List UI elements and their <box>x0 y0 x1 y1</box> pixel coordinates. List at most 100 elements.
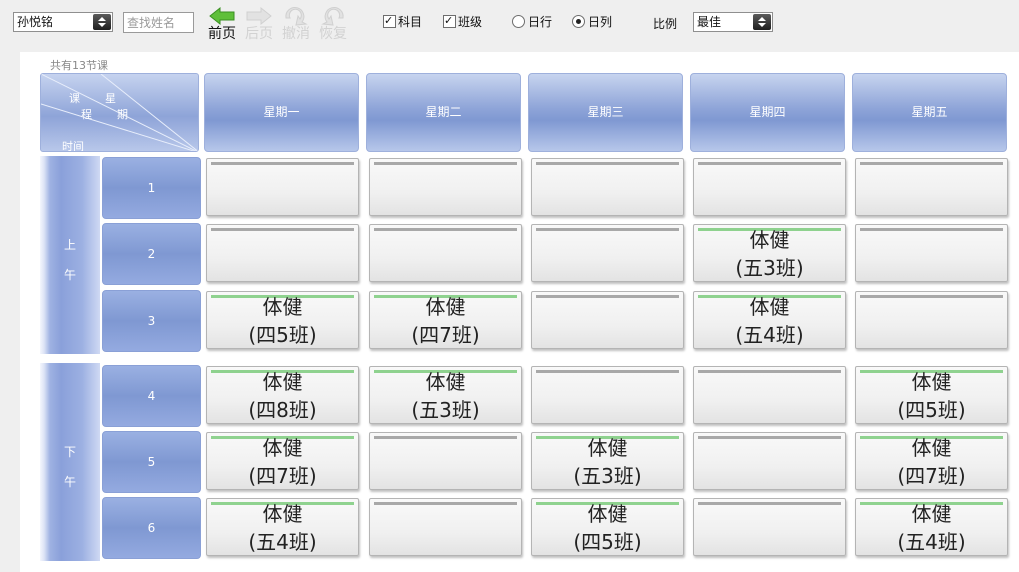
undo-button[interactable]: 撤消 <box>277 6 315 46</box>
lesson-cell[interactable]: 体健 (四7班) <box>855 432 1008 490</box>
lesson-subject: 体健 <box>425 370 466 394</box>
empty-cell[interactable] <box>855 291 1008 349</box>
period-header-3[interactable]: 3 <box>102 290 201 352</box>
empty-cell[interactable] <box>369 224 522 282</box>
empty-cell[interactable] <box>369 158 522 216</box>
dropdown-arrow-icon[interactable] <box>753 14 771 30</box>
empty-cell[interactable] <box>369 432 522 490</box>
empty-cell[interactable] <box>693 158 846 216</box>
next-page-label: 后页 <box>245 26 273 42</box>
subject-checkbox[interactable]: 科目 <box>383 13 422 30</box>
cell-accent-bar <box>211 228 354 231</box>
lesson-class: (五4班) <box>735 323 804 347</box>
day-header-2[interactable]: 星期二 <box>366 73 521 152</box>
lesson-cell[interactable]: 体健 (四5班) <box>531 498 684 556</box>
empty-cell[interactable] <box>855 158 1008 216</box>
afternoon-label-bottom: 午 <box>64 475 77 489</box>
lesson-class: (四7班) <box>897 464 966 488</box>
empty-cell[interactable] <box>693 366 846 424</box>
period-header-1[interactable]: 1 <box>102 157 201 219</box>
lesson-class: (五4班) <box>248 530 317 554</box>
lesson-class: (四7班) <box>411 323 480 347</box>
lesson-class: (四8班) <box>248 398 317 422</box>
search-name-input[interactable] <box>123 12 194 33</box>
teacher-select[interactable]: 孙悦铭 <box>13 12 113 32</box>
redo-icon <box>321 7 344 26</box>
checkbox-checked-icon[interactable] <box>383 13 396 29</box>
empty-cell[interactable] <box>531 224 684 282</box>
afternoon-label-top: 下 <box>64 445 77 459</box>
cell-accent-bar <box>374 436 517 439</box>
lesson-cell[interactable]: 体健 (四5班) <box>855 366 1008 424</box>
radio-selected-icon[interactable] <box>572 15 585 28</box>
lesson-class: (五3班) <box>411 398 480 422</box>
lesson-subject: 体健 <box>262 370 303 394</box>
lesson-cell[interactable]: 体健 (四8班) <box>206 366 359 424</box>
cell-accent-bar <box>374 162 517 165</box>
lesson-cell[interactable]: 体健 (四5班) <box>206 291 359 349</box>
lesson-subject: 体健 <box>262 436 303 460</box>
cell-accent-bar <box>536 370 679 373</box>
lesson-cell[interactable]: 体健 (四7班) <box>369 291 522 349</box>
lesson-cell[interactable]: 体健 (五3班) <box>369 366 522 424</box>
next-page-button[interactable]: 后页 <box>240 6 278 46</box>
checkbox-checked-icon[interactable] <box>443 13 456 29</box>
undo-label: 撤消 <box>282 26 310 42</box>
period-header-6[interactable]: 6 <box>102 497 201 559</box>
day-header-4[interactable]: 星期四 <box>690 73 845 152</box>
class-checkbox[interactable]: 班级 <box>443 13 483 30</box>
period-header-2[interactable]: 2 <box>102 223 201 285</box>
dropdown-arrow-icon[interactable] <box>93 14 111 30</box>
empty-cell[interactable] <box>531 158 684 216</box>
lesson-class: (四5班) <box>897 398 966 422</box>
lesson-subject: 体健 <box>749 228 790 252</box>
cell-accent-bar <box>698 162 841 165</box>
radio-unselected-icon[interactable] <box>512 15 525 28</box>
redo-button[interactable]: 恢复 <box>314 6 352 46</box>
empty-cell[interactable] <box>855 224 1008 282</box>
empty-cell[interactable] <box>693 498 846 556</box>
empty-cell[interactable] <box>531 291 684 349</box>
arrow-right-icon <box>246 6 272 26</box>
lesson-class: (五3班) <box>735 256 804 280</box>
toolbar: 孙悦铭 前页 后页 撤消 恢复 科目 班级 日行 日列 比例 <box>0 0 1019 48</box>
prev-page-button[interactable]: 前页 <box>203 6 241 46</box>
cell-accent-bar <box>698 436 841 439</box>
cell-accent-bar <box>536 295 679 298</box>
undo-icon <box>285 7 308 26</box>
empty-cell[interactable] <box>206 158 359 216</box>
day-header-5[interactable]: 星期五 <box>852 73 1007 152</box>
lesson-cell[interactable]: 体健 (五4班) <box>206 498 359 556</box>
cell-accent-bar <box>698 502 841 505</box>
day-header-1[interactable]: 星期一 <box>204 73 359 152</box>
period-header-4[interactable]: 4 <box>102 365 201 427</box>
lesson-cell[interactable]: 体健 (五4班) <box>693 291 846 349</box>
cell-accent-bar <box>860 228 1003 231</box>
empty-cell[interactable] <box>693 432 846 490</box>
day-row-radio[interactable]: 日行 <box>512 14 552 30</box>
afternoon-label: 下 午 <box>40 363 100 561</box>
empty-cell[interactable] <box>369 498 522 556</box>
lesson-subject: 体健 <box>587 502 628 526</box>
lesson-cell[interactable]: 体健 (五4班) <box>855 498 1008 556</box>
cell-accent-bar <box>374 502 517 505</box>
scale-label: 比例 <box>653 17 678 31</box>
corner-header: 课 程 星 期 时间 <box>40 73 199 152</box>
day-column-radio-label: 日列 <box>588 15 613 29</box>
empty-cell[interactable] <box>531 366 684 424</box>
scale-select[interactable]: 最佳 <box>693 12 773 32</box>
period-header-5[interactable]: 5 <box>102 431 201 493</box>
lesson-subject: 体健 <box>262 295 303 319</box>
lesson-class: (五4班) <box>897 530 966 554</box>
lesson-subject: 体健 <box>911 436 952 460</box>
lesson-cell[interactable]: 体健 (五3班) <box>693 224 846 282</box>
empty-cell[interactable] <box>206 224 359 282</box>
day-header-3[interactable]: 星期三 <box>528 73 683 152</box>
redo-label: 恢复 <box>319 26 347 42</box>
cell-accent-bar <box>860 295 1003 298</box>
day-column-radio[interactable]: 日列 <box>572 14 612 30</box>
class-checkbox-label: 班级 <box>458 15 483 29</box>
lesson-cell[interactable]: 体健 (五3班) <box>531 432 684 490</box>
morning-label: 上 午 <box>40 156 100 354</box>
lesson-cell[interactable]: 体健 (四7班) <box>206 432 359 490</box>
